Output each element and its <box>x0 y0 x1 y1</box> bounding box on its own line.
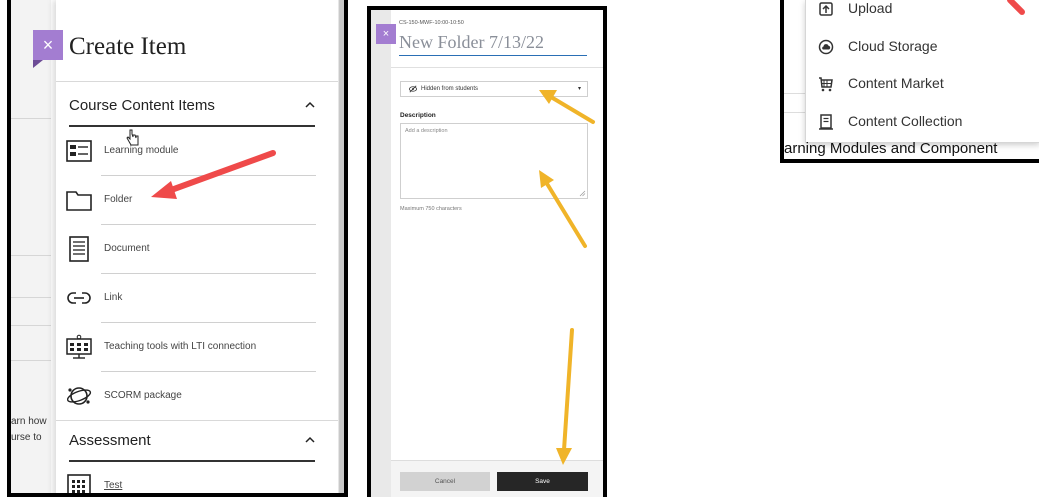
background-heading: arning Modules and Component <box>784 140 998 157</box>
annotation-arrow-orange <box>556 328 574 465</box>
close-button[interactable]: × <box>33 30 63 68</box>
divider <box>56 81 338 82</box>
section-header-assessment[interactable]: Assessment <box>69 432 151 449</box>
item-label: Link <box>104 292 123 303</box>
item-document[interactable]: Document <box>66 226 316 272</box>
item-label: Folder <box>104 194 133 205</box>
scrollbar-thumb[interactable] <box>339 0 344 493</box>
item-link[interactable]: Link <box>66 275 316 321</box>
upload-icon <box>819 2 833 16</box>
item-scorm-package[interactable]: SCORM package <box>66 373 316 419</box>
menu-item-label: Content Market <box>848 75 944 91</box>
learning-module-icon <box>66 140 92 162</box>
folder-icon <box>66 191 92 211</box>
scorm-package-icon <box>66 387 92 405</box>
folder-settings-panel: × CS-150-MWF-10:00-10:50 New Folder 7/13… <box>367 6 607 497</box>
page-title: Create Item <box>69 33 187 60</box>
create-item-panel: arn how urse to × Create Item Course Con… <box>7 0 348 497</box>
menu-item-label: Cloud Storage <box>848 38 938 54</box>
item-label: Test <box>104 480 123 491</box>
item-label: Teaching tools with LTI connection <box>104 341 257 352</box>
content-collection-icon <box>819 114 833 130</box>
item-label: SCORM package <box>104 390 182 401</box>
menu-item-label: Content Collection <box>848 113 963 129</box>
scrollbar[interactable] <box>338 0 344 493</box>
content-market-icon <box>819 77 833 92</box>
background-text: urse to <box>11 432 42 443</box>
item-test[interactable]: Test <box>66 463 316 493</box>
hand-cursor-icon <box>126 129 139 146</box>
test-icon <box>67 474 91 493</box>
section-header-course-content[interactable]: Course Content Items <box>69 97 215 114</box>
link-icon <box>67 292 91 304</box>
annotation-arrows-orange <box>539 90 595 465</box>
chevron-up-icon[interactable] <box>305 435 315 445</box>
item-label: Document <box>104 243 150 254</box>
chevron-up-icon[interactable] <box>305 100 315 110</box>
annotation-arrow-orange <box>539 170 587 248</box>
cloud-storage-icon <box>818 39 834 55</box>
annotation-arrow-red <box>1007 0 1025 15</box>
background-text: arn how <box>11 416 47 427</box>
item-lti-tools[interactable]: Teaching tools with LTI connection <box>66 324 316 370</box>
divider <box>56 420 338 421</box>
section-underline <box>69 125 315 127</box>
section-underline <box>69 460 315 462</box>
document-icon <box>69 236 89 262</box>
add-content-menu: Upload Cloud Storage Content Market Cont… <box>805 0 1039 143</box>
annotation-arrow-orange <box>539 90 595 124</box>
add-content-menu-panel: Upload Cloud Storage Content Market Cont… <box>780 0 1039 163</box>
menu-item-label: Upload <box>848 0 893 16</box>
annotation-arrow-red <box>151 150 276 199</box>
lti-tools-icon <box>66 334 92 359</box>
